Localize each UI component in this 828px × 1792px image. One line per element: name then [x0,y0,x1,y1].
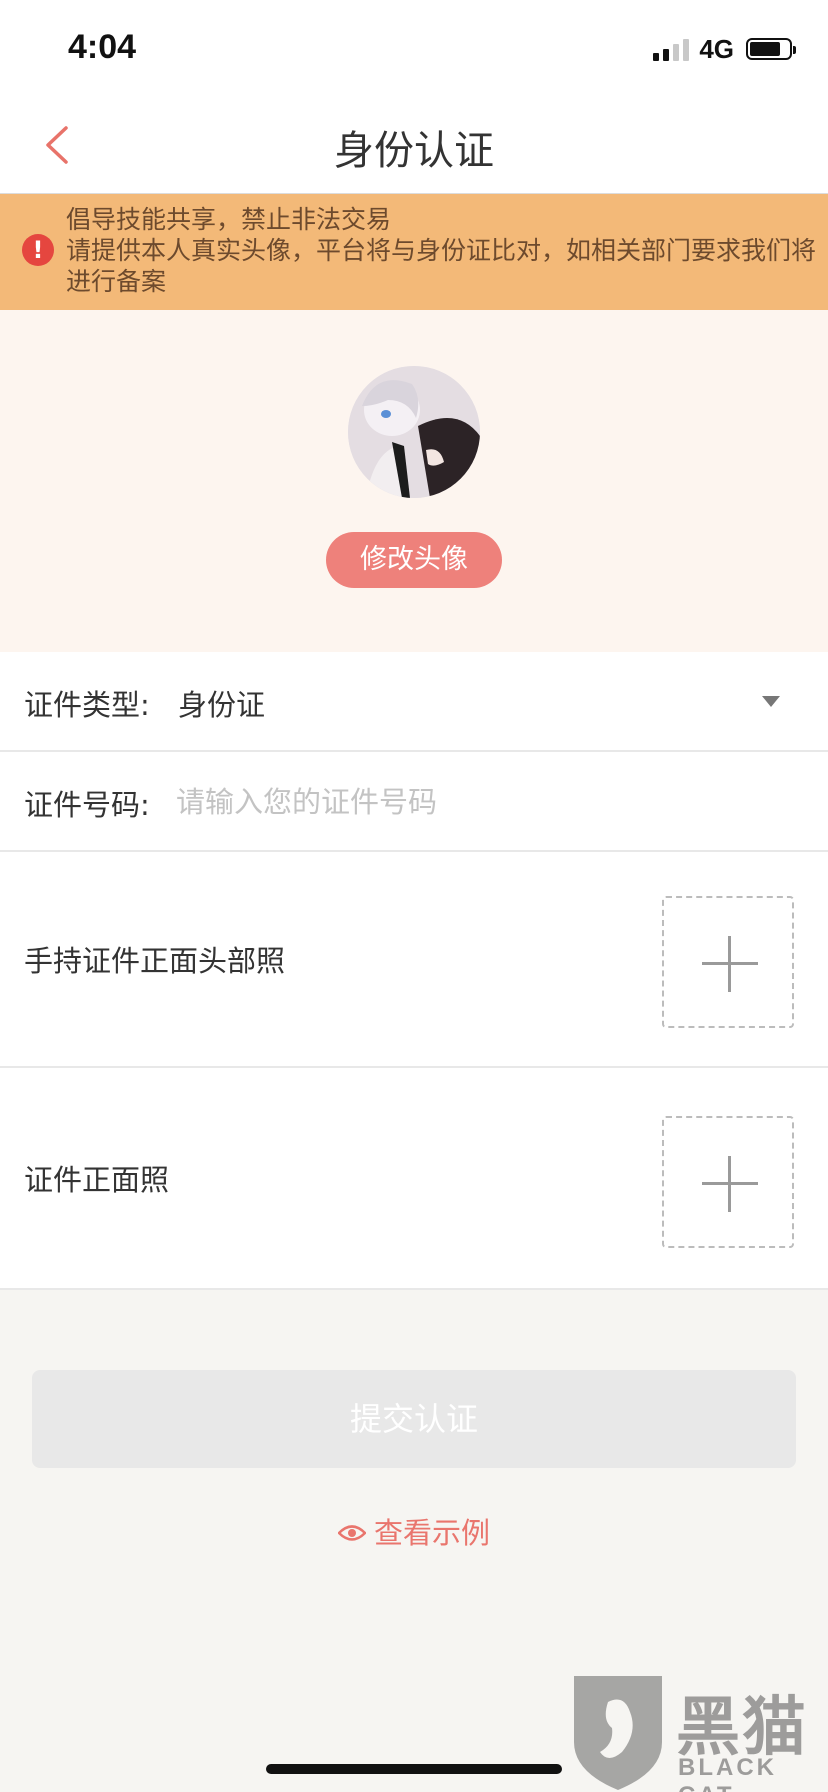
hand-photo-row: 手持证件正面头部照 [0,852,828,1068]
plus-icon-vertical [728,1156,731,1212]
notice-line-2: 请提供本人真实头像，平台将与身份证比对，如相关部门要求我们将进行备案 [66,236,817,296]
id-type-label: 证件类型: [24,688,150,722]
notice-line-1: 倡导技能共享，禁止非法交易 [66,205,392,234]
nav-bar: 身份认证 [0,96,828,194]
notice-text: 倡导技能共享，禁止非法交易 请提供本人真实头像，平台将与身份证比对，如相关部门要… [66,204,826,297]
id-number-input[interactable] [176,774,776,830]
plus-icon-vertical [728,936,731,992]
alert-icon: ! [22,234,54,266]
id-number-label: 证件号码: [24,788,150,822]
network-type: 4G [699,33,734,64]
caret-down-icon [762,696,780,707]
hand-photo-label: 手持证件正面头部照 [24,944,286,978]
signal-icon [653,37,690,61]
status-bar: 4:04 4G [0,0,828,96]
change-avatar-button[interactable]: 修改头像 [326,532,502,588]
avatar[interactable] [348,366,480,498]
battery-icon [746,38,796,60]
avatar-section: 修改头像 [0,310,828,652]
id-type-row[interactable]: 证件类型: 身份证 [0,652,828,752]
front-photo-label: 证件正面照 [24,1163,170,1197]
front-photo-upload-button[interactable] [662,1116,794,1248]
watermark: 黑猫 BLACK CAT [558,1672,828,1792]
avatar-image [348,366,480,498]
front-photo-row: 证件正面照 [0,1068,828,1290]
id-type-value: 身份证 [178,688,266,722]
black-cat-logo-icon [574,1676,662,1790]
view-example-label: 查看示例 [373,1516,490,1550]
submit-button[interactable]: 提交认证 [32,1370,796,1468]
page-title: 身份认证 [334,128,494,174]
status-time: 4:04 [68,28,137,66]
id-number-row: 证件号码: [0,752,828,852]
status-indicators: 4G [653,33,796,64]
home-indicator [266,1764,562,1774]
watermark-text-en: BLACK CAT [678,1754,777,1792]
battery-fill [750,42,780,56]
view-example-link[interactable]: 查看示例 [0,1510,828,1552]
eye-icon [337,1525,366,1541]
notice-banner: ! 倡导技能共享，禁止非法交易 请提供本人真实头像，平台将与身份证比对，如相关部… [0,194,828,310]
hand-photo-upload-button[interactable] [662,896,794,1028]
